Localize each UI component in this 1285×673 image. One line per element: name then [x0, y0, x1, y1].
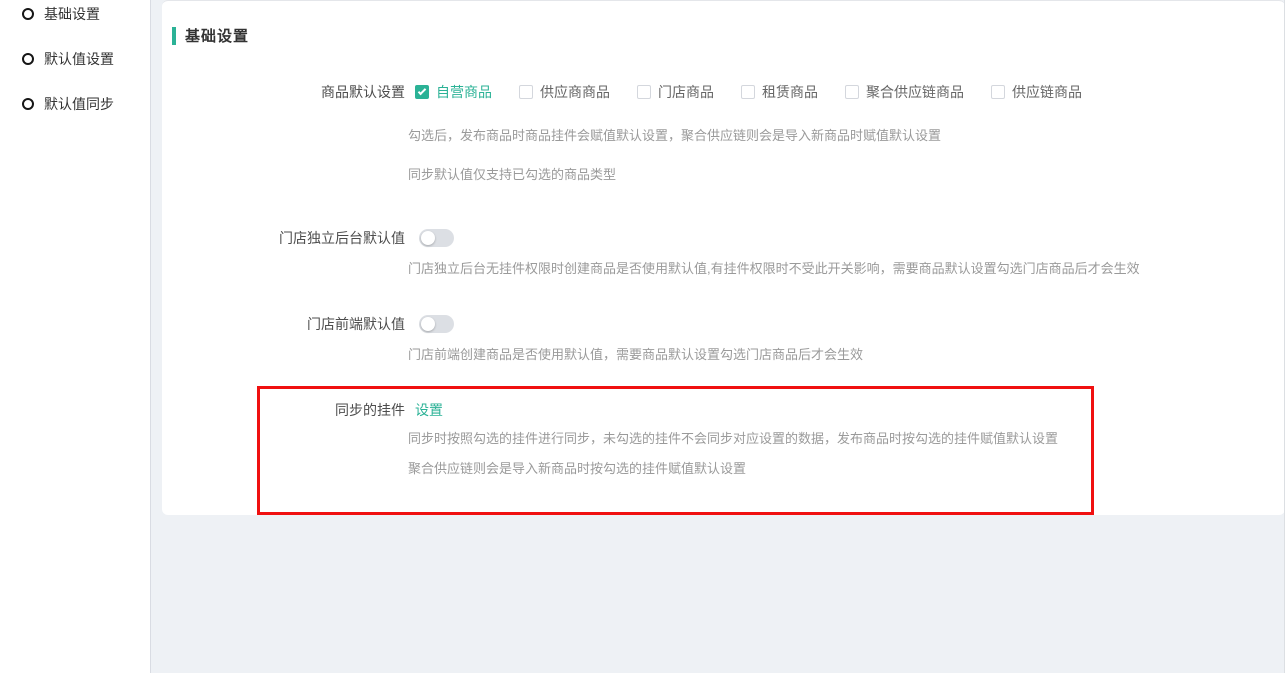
checkbox-box [415, 85, 429, 99]
store-front-hint: 门店前端创建商品是否使用默认值，需要商品默认设置勾选门店商品后才会生效 [408, 346, 863, 364]
product-default-label: 商品默认设置 [162, 82, 405, 102]
circle-anchor-icon [22, 53, 34, 65]
section-header: 基础设置 [172, 25, 249, 46]
toggle-knob [421, 231, 435, 245]
sidebar-item-label: 基础设置 [44, 4, 100, 24]
checkbox-supply-chain[interactable]: 供应链商品 [991, 82, 1082, 102]
sync-widget-hint-1: 同步时按照勾选的挂件进行同步，未勾选的挂件不会同步对应设置的数据，发布商品时按勾… [408, 430, 1058, 448]
checkbox-supplier[interactable]: 供应商商品 [519, 82, 610, 102]
checkbox-box [741, 85, 755, 99]
sidebar-item-label: 默认值设置 [44, 49, 114, 69]
circle-anchor-icon [22, 8, 34, 20]
product-default-hint-1: 勾选后，发布商品时商品挂件会赋值默认设置，聚合供应链则会是导入新商品时赋值默认设… [408, 127, 941, 145]
circle-anchor-icon [22, 98, 34, 110]
checkbox-box [519, 85, 533, 99]
anchor-sidebar: 基础设置 默认值设置 默认值同步 [0, 0, 151, 673]
page-title: 基础设置 [185, 25, 249, 46]
toggle-knob [421, 317, 435, 331]
accent-bar [172, 27, 176, 45]
store-backend-toggle[interactable] [419, 229, 454, 247]
sidebar-item-default-values[interactable]: 默认值设置 [22, 49, 150, 69]
checkbox-label: 聚合供应链商品 [866, 82, 964, 102]
store-backend-label: 门店独立后台默认值 [162, 228, 405, 248]
checkbox-label: 供应商商品 [540, 82, 610, 102]
sidebar-item-label: 默认值同步 [44, 94, 114, 114]
checkbox-box [991, 85, 1005, 99]
check-icon [418, 87, 426, 95]
sidebar-item-basic-settings[interactable]: 基础设置 [22, 4, 150, 24]
checkbox-label: 租赁商品 [762, 82, 818, 102]
checkbox-lease[interactable]: 租赁商品 [741, 82, 818, 102]
sync-widget-settings-link[interactable]: 设置 [415, 400, 443, 420]
checkbox-label: 供应链商品 [1012, 82, 1082, 102]
checkbox-label: 自营商品 [436, 82, 492, 102]
basic-settings-panel: 基础设置 商品默认设置 自营商品 供应商商品 门店商品 租赁商品 聚合供应链商品… [162, 0, 1285, 515]
product-type-checkbox-group: 自营商品 供应商商品 门店商品 租赁商品 聚合供应链商品 供应链商品 [415, 82, 1082, 102]
store-backend-hint: 门店独立后台无挂件权限时创建商品是否使用默认值,有挂件权限时不受此开关影响，需要… [408, 260, 1140, 278]
checkbox-box [637, 85, 651, 99]
checkbox-self-operated[interactable]: 自营商品 [415, 82, 492, 102]
checkbox-store[interactable]: 门店商品 [637, 82, 714, 102]
sidebar-item-default-sync[interactable]: 默认值同步 [22, 94, 150, 114]
checkbox-aggregated-supply-chain[interactable]: 聚合供应链商品 [845, 82, 964, 102]
product-default-hint-2: 同步默认值仅支持已勾选的商品类型 [408, 166, 616, 184]
store-front-label: 门店前端默认值 [162, 314, 405, 334]
sync-widget-hint-2: 聚合供应链则会是导入新商品时按勾选的挂件赋值默认设置 [408, 460, 746, 478]
checkbox-box [845, 85, 859, 99]
checkbox-label: 门店商品 [658, 82, 714, 102]
store-front-toggle[interactable] [419, 315, 454, 333]
sync-widget-label: 同步的挂件 [162, 400, 405, 420]
